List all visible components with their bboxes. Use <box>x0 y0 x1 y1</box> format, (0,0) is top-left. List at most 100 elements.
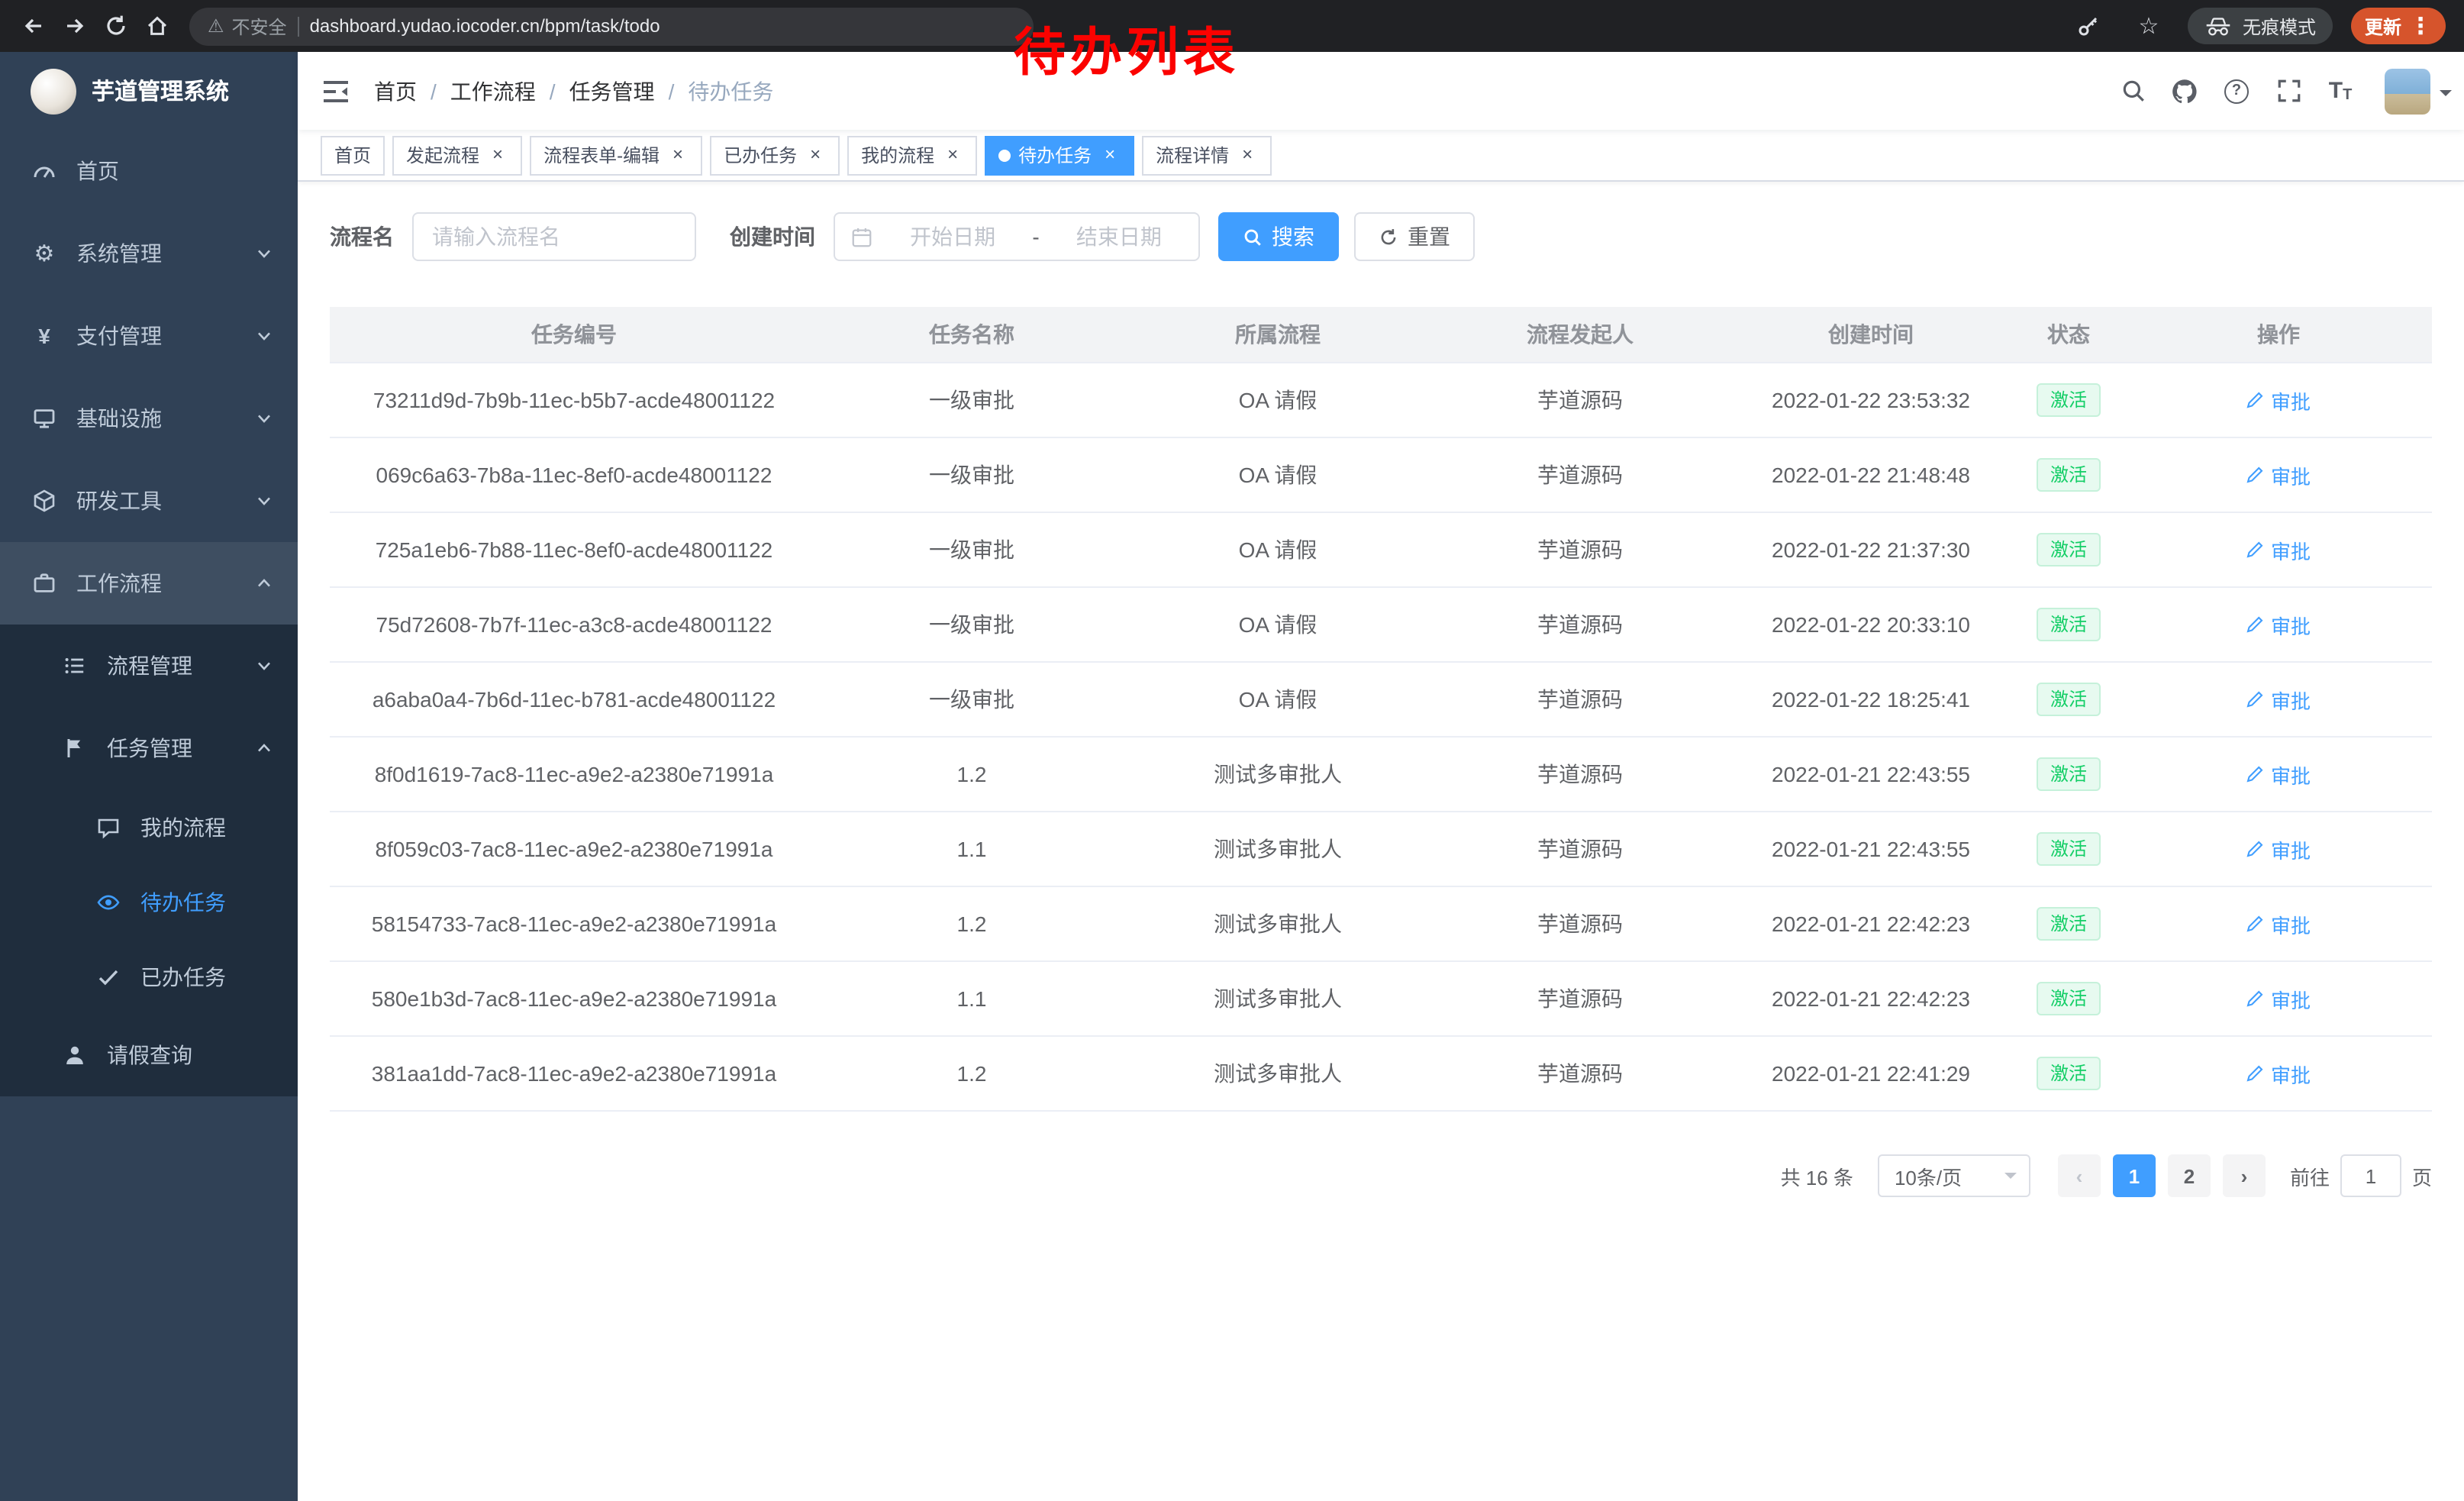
tag-close-icon[interactable]: × <box>1099 144 1121 166</box>
cell-process: 测试多审批人 <box>1125 812 1430 887</box>
approve-link[interactable]: 审批 <box>2246 834 2311 863</box>
star-icon: ☆ <box>2138 15 2159 37</box>
tag-close-icon[interactable]: × <box>942 144 963 166</box>
status-badge: 激活 <box>2037 458 2101 492</box>
goto-page: 前往 页 <box>2290 1154 2432 1197</box>
header-search-button[interactable] <box>2107 52 2159 130</box>
sidebar-item-task-manage[interactable]: 任务管理 <box>0 707 298 789</box>
tag-process-detail[interactable]: 流程详情 × <box>1142 135 1272 175</box>
edit-icon <box>2246 541 2265 559</box>
cell-task-name: 1.2 <box>818 887 1125 962</box>
sidebar-item-process-manage[interactable]: 流程管理 <box>0 625 298 707</box>
github-button[interactable] <box>2159 52 2211 130</box>
fullscreen-icon <box>2275 78 2301 104</box>
sidebar-item-done-task[interactable]: 已办任务 <box>0 939 298 1014</box>
cell-initiator: 芋道源码 <box>1430 738 1730 812</box>
reset-button[interactable]: 重置 <box>1354 212 1475 261</box>
sidebar-item-infrastructure[interactable]: 基础设施 <box>0 377 298 460</box>
prev-page-button[interactable]: ‹ <box>2058 1154 2101 1197</box>
avatar-caret-icon[interactable] <box>2440 89 2452 102</box>
chevron-up-icon <box>255 739 273 757</box>
home-button[interactable] <box>136 5 177 47</box>
process-name-input[interactable] <box>412 212 696 261</box>
tag-start-process[interactable]: 发起流程 × <box>392 135 522 175</box>
sidebar-item-label: 待办任务 <box>140 886 226 917</box>
cell-status: 激活 <box>2012 812 2125 887</box>
tag-close-icon[interactable]: × <box>487 144 508 166</box>
approve-link[interactable]: 审批 <box>2246 760 2311 789</box>
cell-process: 测试多审批人 <box>1125 962 1430 1037</box>
chevron-down-icon <box>255 492 273 510</box>
reload-button[interactable] <box>95 5 136 47</box>
fullscreen-button[interactable] <box>2262 52 2314 130</box>
sidebar-item-todo-task[interactable]: 待办任务 <box>0 864 298 939</box>
tag-home[interactable]: 首页 <box>321 135 385 175</box>
tag-done-task[interactable]: 已办任务 × <box>710 135 840 175</box>
approve-link[interactable]: 审批 <box>2246 909 2311 938</box>
todo-task-icon <box>95 888 122 915</box>
cell-process: OA 请假 <box>1125 588 1430 663</box>
tag-close-icon[interactable]: × <box>805 144 826 166</box>
security-status[interactable]: ⚠ 不安全 <box>208 13 287 39</box>
goto-page-input[interactable] <box>2340 1154 2401 1197</box>
sidebar-toggle-button[interactable] <box>298 52 374 130</box>
browser-update-button[interactable]: 更新 ⋮ <box>2351 8 2446 44</box>
sidebar-item-payment[interactable]: ¥ 支付管理 <box>0 295 298 377</box>
approve-link[interactable]: 审批 <box>2246 685 2311 714</box>
approve-link[interactable]: 审批 <box>2246 386 2311 415</box>
approve-link[interactable]: 审批 <box>2246 460 2311 489</box>
kebab-menu-icon: ⋮ <box>2409 15 2432 37</box>
search-icon <box>1243 227 1263 247</box>
table-row: 8f0d1619-7ac8-11ec-a9e2-a2380e71991a 1.2… <box>330 738 2432 812</box>
cell-task-name: 一级审批 <box>818 513 1125 588</box>
page-size-select[interactable]: 10条/页 <box>1878 1154 2030 1197</box>
breadcrumb-item-current: 待办任务 <box>688 76 773 106</box>
sidebar-item-my-process[interactable]: 我的流程 <box>0 789 298 864</box>
sidebar-item-workflow[interactable]: 工作流程 <box>0 542 298 625</box>
sidebar-item-leave-query[interactable]: 请假查询 <box>0 1014 298 1096</box>
refresh-icon <box>1379 227 1398 247</box>
date-range-picker[interactable]: 开始日期 - 结束日期 <box>834 212 1200 261</box>
approve-link[interactable]: 审批 <box>2246 610 2311 639</box>
sidebar-item-dev-tools[interactable]: 研发工具 <box>0 460 298 542</box>
address-bar[interactable]: ⚠ 不安全 dashboard.yudao.iocoder.cn/bpm/tas… <box>189 7 1034 45</box>
cell-created-time: 2022-01-22 18:25:41 <box>1730 663 2012 738</box>
approve-link[interactable]: 审批 <box>2246 1059 2311 1088</box>
page-button-1[interactable]: 1 <box>2113 1154 2156 1197</box>
approve-link[interactable]: 审批 <box>2246 984 2311 1013</box>
sidebar-item-home[interactable]: 首页 <box>0 130 298 212</box>
approve-link[interactable]: 审批 <box>2246 535 2311 564</box>
forward-button[interactable] <box>53 5 95 47</box>
password-key-button[interactable] <box>2069 5 2110 47</box>
prev-page-icon: ‹ <box>2076 1164 2083 1187</box>
tag-todo-task-active[interactable]: 待办任务 × <box>985 135 1134 175</box>
breadcrumb-item-home[interactable]: 首页 <box>374 76 417 106</box>
logo[interactable]: 芋道管理系统 <box>0 52 298 130</box>
column-header-task-name: 任务名称 <box>818 307 1125 363</box>
tag-close-icon[interactable]: × <box>667 144 689 166</box>
approve-label: 审批 <box>2271 984 2311 1013</box>
omnibox-divider <box>298 16 299 36</box>
tag-process-form-edit[interactable]: 流程表单-编辑 × <box>530 135 702 175</box>
cell-status: 激活 <box>2012 738 2125 812</box>
back-button[interactable] <box>12 5 53 47</box>
next-page-button[interactable]: › <box>2223 1154 2266 1197</box>
help-button[interactable]: ? <box>2211 52 2262 130</box>
incognito-badge: 无痕模式 <box>2188 8 2333 44</box>
breadcrumb-item-workflow[interactable]: 工作流程 <box>450 76 536 106</box>
tag-close-icon[interactable]: × <box>1237 144 1258 166</box>
user-avatar[interactable] <box>2385 68 2430 114</box>
date-separator: - <box>1032 224 1039 249</box>
cell-initiator: 芋道源码 <box>1430 363 1730 438</box>
sidebar-item-system[interactable]: ⚙ 系统管理 <box>0 212 298 295</box>
font-size-button[interactable]: TT <box>2314 52 2366 130</box>
page-button-2[interactable]: 2 <box>2168 1154 2211 1197</box>
goto-label: 前往 <box>2290 1161 2330 1190</box>
search-button[interactable]: 搜索 <box>1218 212 1339 261</box>
table-row: 069c6a63-7b8a-11ec-8ef0-acde48001122 一级审… <box>330 438 2432 513</box>
bookmark-star-button[interactable]: ☆ <box>2128 5 2169 47</box>
active-tag-dot <box>998 149 1011 161</box>
approve-label: 审批 <box>2271 610 2311 639</box>
breadcrumb-item-task-manage[interactable]: 任务管理 <box>569 76 655 106</box>
tag-my-process[interactable]: 我的流程 × <box>847 135 977 175</box>
